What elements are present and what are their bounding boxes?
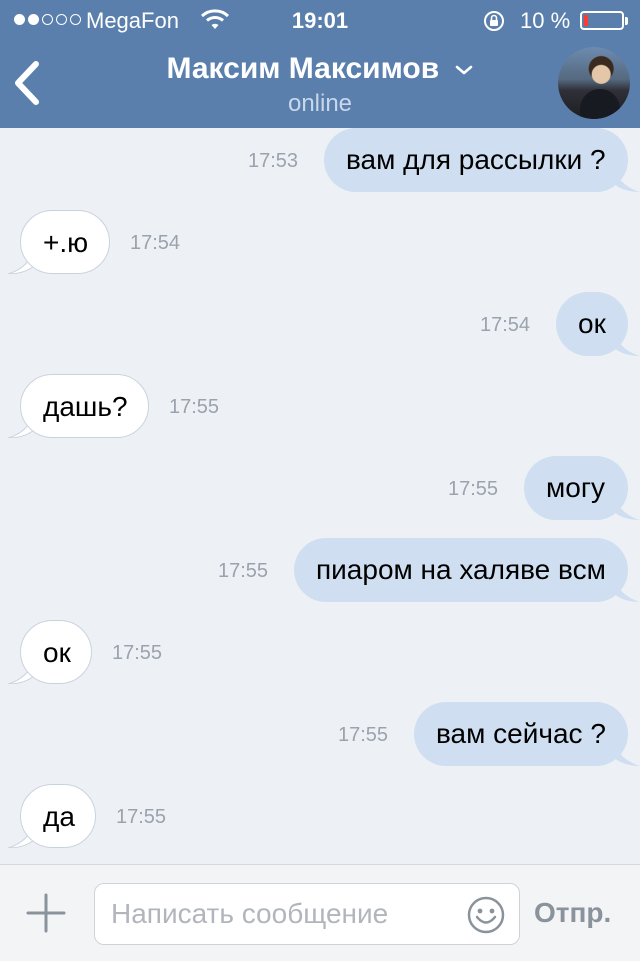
message-list[interactable]: вам для рассылки ? 17:53 +.ю 17:54 ок 17:54 да… [0, 128, 640, 864]
contact-status: online [287, 90, 353, 117]
battery-icon [580, 11, 628, 30]
outgoing-message[interactable]: вам сейчас ? 17:55 [0, 702, 640, 766]
message-bubble[interactable]: ок [556, 292, 628, 356]
message-time: 17:55 [112, 642, 163, 664]
outgoing-message[interactable]: пиаром на халяве всм 17:55 [0, 538, 640, 602]
avatar[interactable] [558, 47, 630, 119]
message-time: 17:55 [218, 560, 269, 582]
message-time: 17:55 [169, 396, 220, 418]
message-bubble[interactable]: дашь? [20, 374, 149, 438]
incoming-message[interactable]: +.ю 17:54 [0, 210, 640, 274]
chat-header: MegaFon 19:01 10 % Максим Максимов onlin… [0, 0, 640, 128]
status-bar: MegaFon 19:01 10 % [0, 0, 640, 40]
send-button[interactable]: Отпр. [534, 897, 611, 929]
chevron-down-icon [455, 65, 472, 75]
message-bubble[interactable]: вам сейчас ? [414, 702, 628, 766]
message-bubble[interactable]: пиаром на халяве всм [294, 538, 628, 602]
plus-icon [26, 893, 66, 933]
message-bubble[interactable]: да [20, 784, 96, 848]
incoming-message[interactable]: да 17:55 [0, 784, 640, 848]
emoji-button[interactable] [467, 896, 505, 934]
message-bubble[interactable]: могу [524, 456, 628, 520]
message-time: 17:55 [116, 806, 167, 828]
message-bubble[interactable]: вам для рассылки ? [324, 128, 628, 192]
message-input-placeholder: Написать сообщение [111, 898, 389, 929]
avatar-figure [580, 89, 620, 119]
rotation-lock-icon [482, 9, 506, 38]
composer: Написать сообщение Отпр. [0, 864, 640, 961]
battery-percent: 10 % [520, 8, 571, 33]
incoming-message[interactable]: дашь? 17:55 [0, 374, 640, 438]
message-bubble[interactable]: ок [20, 620, 92, 684]
message-time: 17:55 [448, 478, 499, 500]
message-time: 17:55 [338, 724, 389, 746]
battery-level-fill [584, 15, 588, 26]
contact-title[interactable]: Максим Максимов [0, 52, 640, 86]
contact-name: Максим Максимов [166, 52, 440, 85]
outgoing-message[interactable]: вам для рассылки ? 17:53 [0, 128, 640, 192]
smiley-icon [467, 896, 505, 934]
message-input[interactable]: Написать сообщение [94, 883, 520, 945]
message-bubble[interactable]: +.ю [20, 210, 110, 274]
attach-button[interactable] [26, 893, 66, 933]
message-time: 17:54 [130, 232, 181, 254]
outgoing-message[interactable]: могу 17:55 [0, 456, 640, 520]
message-time: 17:54 [480, 314, 531, 336]
message-time: 17:53 [248, 150, 299, 172]
incoming-message[interactable]: ок 17:55 [0, 620, 640, 684]
outgoing-message[interactable]: ок 17:54 [0, 292, 640, 356]
